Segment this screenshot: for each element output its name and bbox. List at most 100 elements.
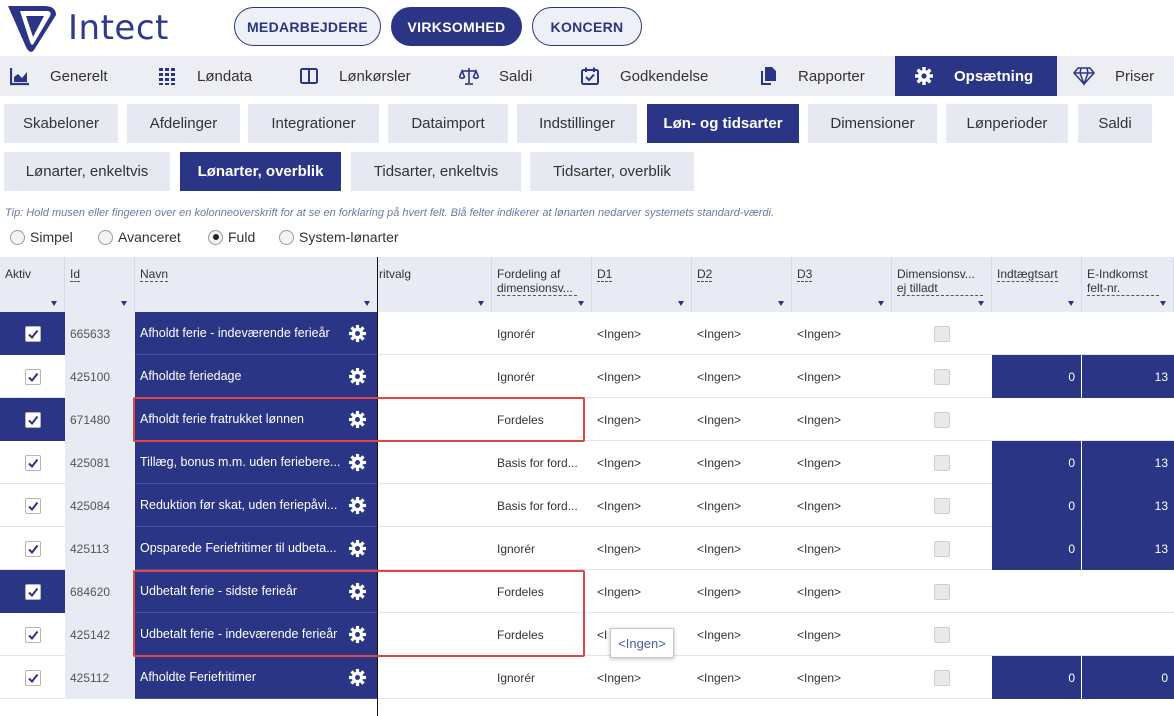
table-row[interactable]: 425112 Afholdte Feriefritimer Ignorér <I… — [0, 656, 1174, 699]
e-indkomst-cell[interactable]: 13 — [1082, 441, 1174, 484]
aktiv-checkbox[interactable] — [24, 368, 41, 385]
navn-cell[interactable]: Afholdte feriedage — [135, 355, 377, 398]
id-cell[interactable]: 671480 — [65, 398, 135, 441]
radio-circle[interactable] — [279, 229, 294, 245]
subtab-tidsarter-enkeltvis[interactable]: Tidsarter, enkeltvis — [351, 152, 521, 191]
subtab-saldi[interactable]: Saldi — [1078, 104, 1152, 143]
id-cell[interactable]: 425113 — [65, 527, 135, 570]
intect-logo[interactable]: Intect — [4, 4, 174, 52]
e-indkomst-cell[interactable]: 13 — [1082, 484, 1174, 527]
subtab-loen-og-tidsarter[interactable]: Løn- og tidsarter — [647, 104, 799, 143]
fordeling-cell[interactable]: Ignorér — [492, 355, 592, 398]
table-row[interactable]: 425084 Reduktion før skat, uden feriepåv… — [0, 484, 1174, 527]
fordeling-cell[interactable]: Ignorér — [492, 527, 592, 570]
filter-icon[interactable] — [678, 301, 684, 306]
radio-circle[interactable] — [10, 229, 25, 245]
d1-cell[interactable]: <Ingen> — [592, 484, 692, 527]
aktiv-cell[interactable] — [0, 656, 65, 699]
id-cell[interactable]: 425081 — [65, 441, 135, 484]
column-header-d1[interactable]: D1 — [592, 257, 692, 312]
filter-icon[interactable] — [1068, 301, 1074, 306]
dimension-ej-tilladt-cell[interactable] — [892, 398, 992, 441]
aktiv-checkbox[interactable] — [24, 497, 41, 514]
d3-cell[interactable]: <Ingen> — [792, 527, 892, 570]
d3-cell[interactable]: <Ingen> — [792, 398, 892, 441]
tab-priser[interactable]: Priser — [1057, 56, 1174, 96]
gear-icon[interactable] — [348, 367, 367, 386]
column-header-navn[interactable]: Navn — [135, 257, 378, 312]
tab-godkendelse[interactable]: Godkendelse — [555, 56, 733, 96]
d3-cell[interactable]: <Ingen> — [792, 484, 892, 527]
id-cell[interactable]: 425142 — [65, 613, 135, 656]
column-header-dimensionsvaerdi-ej-tilladt[interactable]: Dimensionsv... ej tilladt — [892, 257, 992, 312]
d1-cell[interactable]: <Ingen> — [592, 312, 692, 355]
dimension-ej-tilladt-cell[interactable] — [892, 441, 992, 484]
d2-cell[interactable]: <Ingen> — [692, 570, 792, 613]
radio-fuld[interactable]: Fuld — [208, 229, 255, 245]
indtaegtsart-cell[interactable]: 0 — [992, 527, 1081, 570]
radio-circle-selected[interactable] — [208, 229, 223, 245]
dimension-ej-tilladt-cell[interactable] — [892, 656, 992, 699]
tab-loenkoersler[interactable]: Lønkørsler — [275, 56, 435, 96]
aktiv-checkbox[interactable] — [24, 454, 41, 471]
indtaegtsart-cell[interactable]: 0 — [992, 484, 1081, 527]
table-row[interactable]: 425081 Tillæg, bonus m.m. uden feriebere… — [0, 441, 1174, 484]
fordeling-cell[interactable]: Ignorér — [492, 312, 592, 355]
column-header-aktiv[interactable]: Aktiv — [0, 257, 65, 312]
d2-cell[interactable]: <Ingen> — [692, 312, 792, 355]
d2-cell[interactable]: <Ingen> — [692, 527, 792, 570]
subtab-dimensioner[interactable]: Dimensioner — [808, 104, 937, 143]
d3-cell[interactable]: <Ingen> — [792, 656, 892, 699]
dimension-ej-tilladt-checkbox[interactable] — [934, 540, 950, 557]
radio-system-loenarter[interactable]: System-lønarter — [279, 229, 399, 245]
d3-cell[interactable]: <Ingen> — [792, 570, 892, 613]
navn-cell[interactable]: Afholdte Feriefritimer — [135, 656, 377, 699]
aktiv-checkbox[interactable] — [24, 626, 41, 643]
aktiv-checkbox[interactable] — [24, 325, 41, 342]
d1-cell[interactable]: <Ingen> — [592, 656, 692, 699]
dimension-ej-tilladt-cell[interactable] — [892, 570, 992, 613]
filter-icon[interactable] — [121, 301, 127, 306]
tab-generelt[interactable]: Generelt — [0, 56, 135, 96]
aktiv-cell[interactable] — [0, 355, 65, 398]
radio-circle[interactable] — [98, 229, 113, 245]
subtab-afdelinger[interactable]: Afdelinger — [127, 104, 240, 143]
d1-cell[interactable]: <Ingen> — [592, 570, 692, 613]
indtaegtsart-cell[interactable]: 0 — [992, 355, 1081, 398]
column-header-indtaegtsart[interactable]: Indtægtsart — [992, 257, 1082, 312]
dimension-ej-tilladt-checkbox[interactable] — [934, 583, 950, 600]
filter-icon[interactable] — [878, 301, 884, 306]
nav-virksomhed-button[interactable]: VIRKSOMHED — [391, 7, 522, 46]
column-header-ritvalg[interactable]: ritvalg — [378, 257, 492, 312]
id-cell[interactable]: 684620 — [65, 570, 135, 613]
column-header-fordeling[interactable]: Fordeling af dimensionsv... — [492, 257, 592, 312]
radio-simpel[interactable]: Simpel — [10, 229, 73, 245]
subtab-skabeloner[interactable]: Skabeloner — [4, 104, 118, 143]
tab-saldi[interactable]: Saldi — [435, 56, 555, 96]
fordeling-cell[interactable]: Ignorér — [492, 656, 592, 699]
d1-cell[interactable]: <Ingen> — [592, 398, 692, 441]
aktiv-cell[interactable] — [0, 398, 65, 441]
aktiv-cell[interactable] — [0, 312, 65, 355]
subtab-integrationer[interactable]: Integrationer — [248, 104, 379, 143]
aktiv-checkbox[interactable] — [24, 411, 41, 428]
aktiv-cell[interactable] — [0, 527, 65, 570]
id-cell[interactable]: 425084 — [65, 484, 135, 527]
filter-icon[interactable] — [478, 301, 484, 306]
e-indkomst-cell[interactable]: 0 — [1082, 656, 1174, 699]
d1-cell[interactable]: <Ingen> — [592, 441, 692, 484]
d3-cell[interactable]: <Ingen> — [792, 613, 892, 656]
dimension-ej-tilladt-cell[interactable] — [892, 613, 992, 656]
subtab-dataimport[interactable]: Dataimport — [388, 104, 508, 143]
d3-cell[interactable]: <Ingen> — [792, 355, 892, 398]
navn-cell[interactable]: Tillæg, bonus m.m. uden feriebere... — [135, 441, 377, 484]
table-row[interactable]: 425113 Opsparede Feriefritimer til udbet… — [0, 527, 1174, 570]
d3-cell[interactable]: <Ingen> — [792, 312, 892, 355]
tab-opsaetning[interactable]: Opsætning — [895, 56, 1057, 96]
id-cell[interactable]: 665633 — [65, 312, 135, 355]
d2-cell[interactable]: <Ingen> — [692, 441, 792, 484]
dimension-ej-tilladt-cell[interactable] — [892, 527, 992, 570]
gear-icon[interactable] — [348, 496, 367, 515]
e-indkomst-cell[interactable]: 13 — [1082, 355, 1174, 398]
filter-icon[interactable] — [978, 301, 984, 306]
